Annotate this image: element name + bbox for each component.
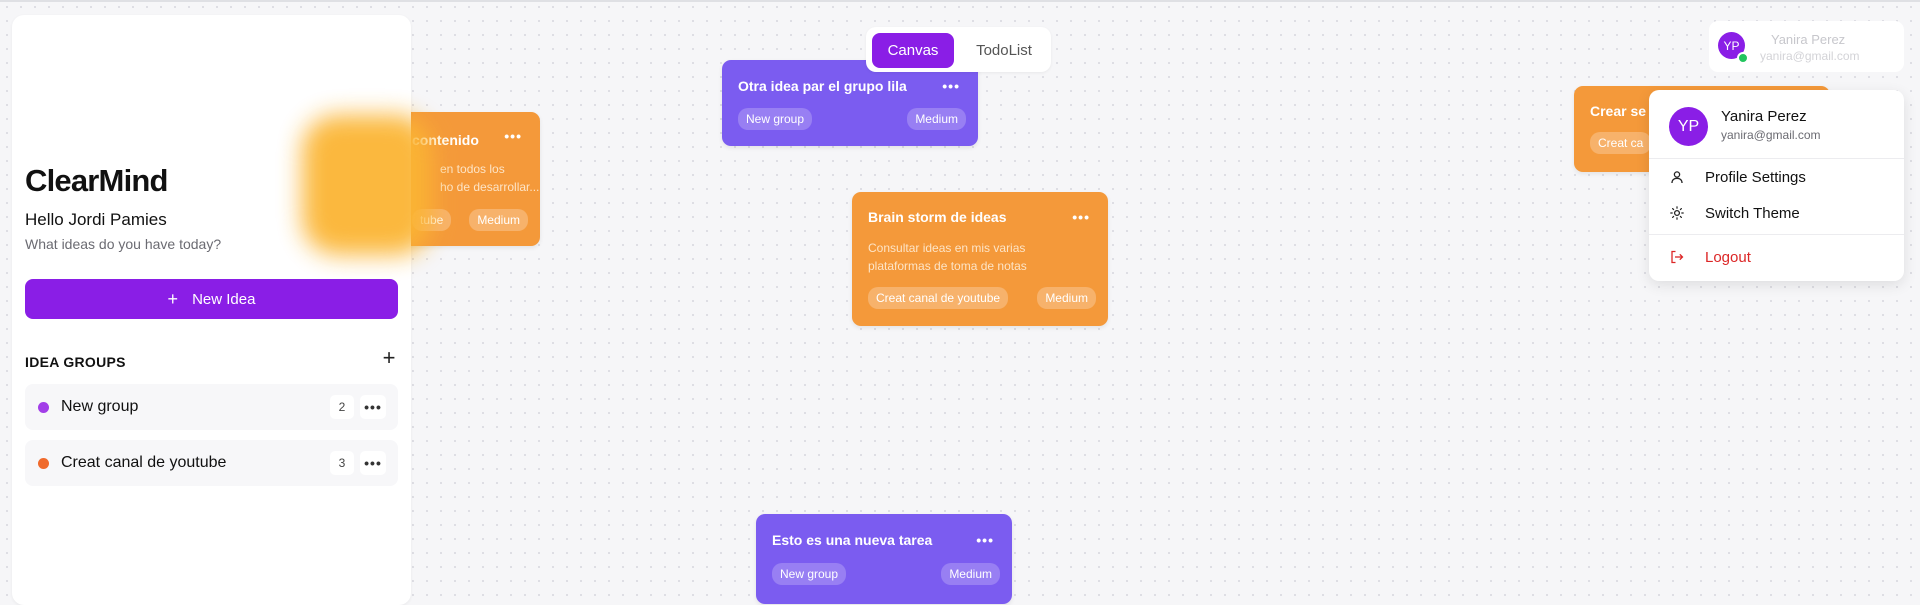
new-idea-label: New Idea	[192, 290, 256, 308]
group-tag: Creat canal de youtube	[868, 287, 1009, 309]
tab-canvas[interactable]: Canvas	[872, 33, 954, 68]
user-menu-trigger[interactable]: YP Yanira Perez yanira@gmail.com	[1709, 21, 1904, 72]
menu-item-logout[interactable]: Logout	[1649, 241, 1904, 273]
sun-icon	[1669, 205, 1685, 221]
card-more-icon[interactable]: •••	[976, 532, 994, 548]
card-title: Brain storm de ideas	[868, 209, 1007, 225]
card-desc-line: ho de desarrollar...	[440, 180, 540, 194]
group-name: Creat canal de youtube	[61, 454, 227, 471]
group-color-dot	[38, 401, 49, 413]
card-more-icon[interactable]: •••	[942, 78, 960, 94]
card-desc-line: Consultar ideas en mis varias	[868, 241, 1026, 255]
switch-theme-label: Switch Theme	[1705, 204, 1800, 222]
group-tag: New group	[738, 108, 813, 130]
group-tag: Creat ca	[1590, 132, 1652, 154]
group-more-icon[interactable]: •••	[360, 451, 386, 475]
group-count-badge: 2	[330, 395, 354, 419]
card-tags: New group Medium	[738, 108, 966, 130]
card-tags: Creat canal de youtube Medium	[868, 287, 1096, 309]
group-count-badge: 3	[330, 451, 354, 475]
menu-item-switch-theme[interactable]: Switch Theme	[1649, 197, 1904, 229]
priority-tag: Medium	[469, 209, 528, 231]
new-idea-button[interactable]: + New Idea	[25, 279, 398, 319]
user-icon	[1669, 169, 1685, 185]
card-description: Consultar ideas en mis varias plataforma…	[868, 239, 1027, 275]
sidebar: ClearMind Hello Jordi Pamies What ideas …	[12, 15, 432, 605]
logout-icon	[1669, 249, 1685, 265]
menu-avatar: YP	[1669, 107, 1708, 146]
priority-tag: Medium	[907, 108, 966, 130]
greeting: Hello Jordi Pamies	[25, 210, 167, 229]
menu-user-email: yanira@gmail.com	[1721, 128, 1821, 142]
group-tag: New group	[772, 563, 847, 585]
menu-item-profile-settings[interactable]: Profile Settings	[1649, 161, 1904, 193]
view-switch: Canvas TodoList	[866, 27, 1051, 72]
menu-divider	[1649, 158, 1904, 159]
online-status-dot	[1737, 52, 1749, 64]
plus-icon: +	[167, 289, 179, 309]
group-item-creat-canal[interactable]: Creat canal de youtube 3 •••	[25, 440, 398, 486]
top-border	[0, 0, 1920, 2]
priority-tag: Medium	[1037, 287, 1096, 309]
user-email: yanira@gmail.com	[1760, 49, 1860, 63]
user-name: Yanira Perez	[1771, 32, 1846, 47]
card-desc-line: en todos los	[440, 162, 505, 176]
logout-label: Logout	[1705, 248, 1751, 266]
card-more-icon[interactable]: •••	[1072, 209, 1090, 225]
menu-user-name: Yanira Perez	[1721, 108, 1807, 125]
idea-card-brain-storm[interactable]: Brain storm de ideas ••• Consultar ideas…	[852, 192, 1108, 326]
tab-todolist[interactable]: TodoList	[962, 33, 1046, 68]
group-name: New group	[61, 398, 139, 415]
brand-logo: ClearMind	[25, 163, 168, 198]
decorative-blob	[302, 115, 432, 255]
profile-settings-label: Profile Settings	[1705, 168, 1806, 186]
card-title: Otra idea par el grupo lila	[738, 78, 907, 94]
group-color-dot	[38, 457, 49, 469]
user-dropdown-menu: YP Yanira Perez yanira@gmail.com Profile…	[1649, 90, 1904, 281]
idea-card-otra-idea[interactable]: Otra idea par el grupo lila ••• New grou…	[722, 60, 978, 146]
menu-divider	[1649, 234, 1904, 235]
priority-tag: Medium	[941, 563, 1000, 585]
card-title: Crear se	[1590, 103, 1647, 119]
group-item-new-group[interactable]: New group 2 •••	[25, 384, 398, 430]
card-description: en todos los ho de desarrollar...	[440, 160, 539, 196]
card-title: Esto es una nueva tarea	[772, 532, 933, 548]
card-tags: New group Medium	[772, 563, 1000, 585]
idea-groups-heading: IDEA GROUPS	[25, 354, 126, 370]
card-more-icon[interactable]: •••	[504, 128, 522, 144]
group-more-icon[interactable]: •••	[360, 395, 386, 419]
card-desc-line: plataformas de toma de notas	[868, 259, 1027, 273]
greeting-subtitle: What ideas do you have today?	[25, 236, 222, 252]
add-group-icon[interactable]: +	[378, 345, 400, 370]
idea-card-nueva-tarea[interactable]: Esto es una nueva tarea ••• New group Me…	[756, 514, 1012, 604]
